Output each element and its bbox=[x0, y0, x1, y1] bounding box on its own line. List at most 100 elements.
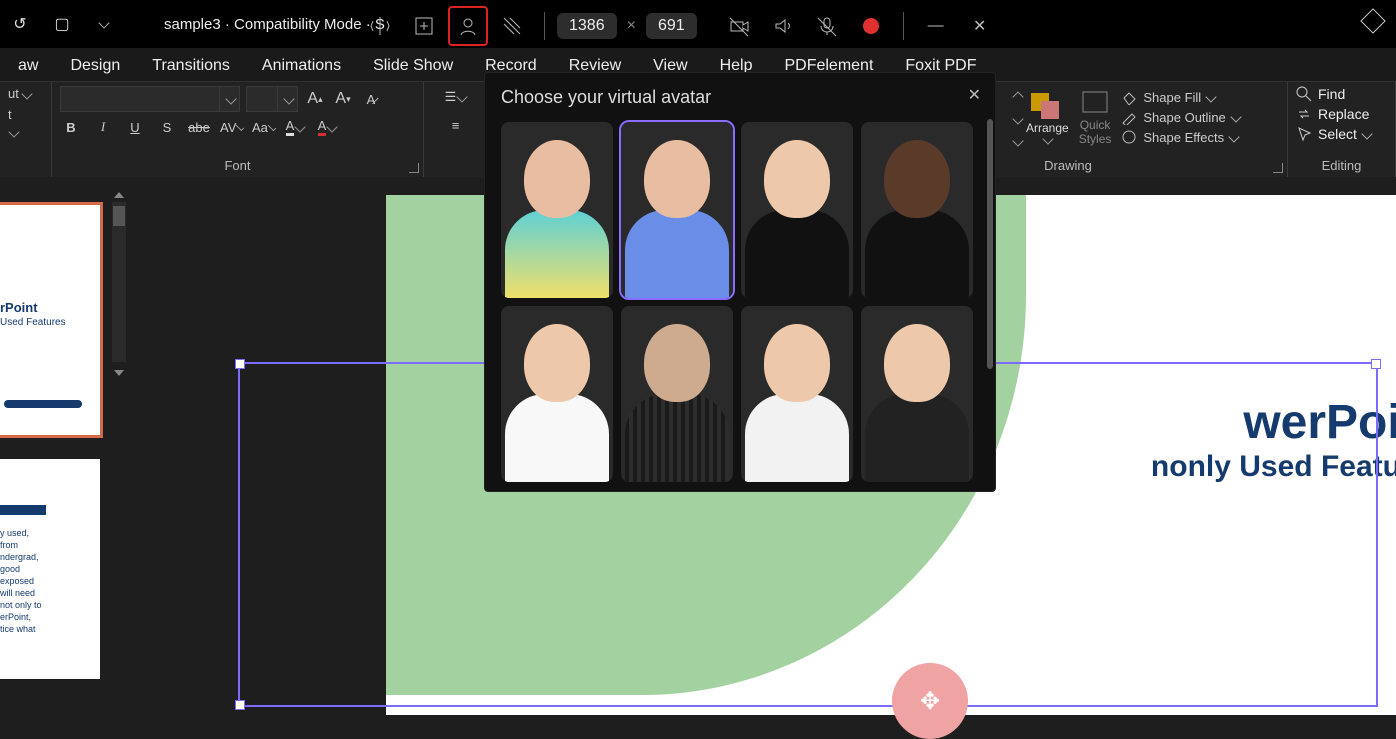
scroll-thumb[interactable] bbox=[113, 206, 125, 226]
separator bbox=[544, 12, 545, 40]
avatar-4-man-dark-suit[interactable] bbox=[861, 122, 973, 298]
canvas-height[interactable]: 691 bbox=[646, 13, 697, 39]
mirror-icon[interactable] bbox=[360, 6, 400, 46]
cursor-icon bbox=[1296, 126, 1312, 142]
separator bbox=[903, 12, 904, 40]
avatar-modal: Choose your virtual avatar ✕ bbox=[484, 72, 996, 492]
camera-off-icon[interactable] bbox=[719, 6, 759, 46]
thumb2-body: y used, from ndergrad, good exposed will… bbox=[0, 527, 42, 635]
quick-label1: Quick bbox=[1080, 118, 1111, 132]
avatar-1-woman-brown-bob[interactable] bbox=[501, 122, 613, 298]
group-clipboard: ut t bbox=[0, 82, 52, 177]
move-icon: ✥ bbox=[920, 687, 940, 716]
sel-handle-sw[interactable] bbox=[235, 700, 245, 710]
avatar-modal-close-icon[interactable]: ✕ bbox=[968, 85, 981, 105]
thumb1-sub: Used Features bbox=[0, 317, 66, 328]
scroll-up-icon[interactable] bbox=[114, 192, 124, 198]
avatar-icon[interactable] bbox=[448, 6, 488, 46]
avatar-6-man-beard-striped[interactable] bbox=[621, 306, 733, 482]
shape-fill-button[interactable]: Shape Fill bbox=[1121, 89, 1239, 105]
slide-thumb-2[interactable]: y used, from ndergrad, good exposed will… bbox=[0, 459, 100, 679]
change-case-button[interactable]: Aa bbox=[252, 116, 274, 138]
avatar-modal-title: Choose your virtual avatar bbox=[501, 87, 979, 108]
shape-gallery-more-icon[interactable] bbox=[1006, 130, 1028, 152]
cut-label[interactable]: ut bbox=[8, 86, 19, 101]
dim-x: × bbox=[621, 17, 642, 35]
clear-format-icon[interactable]: A̷ bbox=[360, 88, 382, 110]
avatar-8-man-glasses-vest[interactable] bbox=[861, 306, 973, 482]
avatar-3-woman-blonde-glasses[interactable] bbox=[741, 122, 853, 298]
shape-effects-button[interactable]: Shape Effects bbox=[1121, 129, 1239, 145]
effects-icon bbox=[1121, 129, 1137, 145]
premium-diamond-icon[interactable] bbox=[1352, 12, 1382, 35]
font-launcher-icon[interactable] bbox=[409, 163, 419, 173]
slide-thumb-1[interactable]: rPoint Used Features bbox=[0, 205, 100, 435]
thumb1-bar bbox=[4, 400, 82, 408]
present-icon[interactable]: ▢ bbox=[50, 12, 74, 36]
quick-styles-button[interactable]: Quick Styles bbox=[1079, 88, 1112, 146]
paste-dd[interactable] bbox=[8, 128, 18, 136]
bullets-button[interactable]: ☰ bbox=[445, 86, 467, 108]
shape-gallery-down-icon[interactable] bbox=[1006, 108, 1028, 130]
font-color-button[interactable]: A bbox=[316, 116, 338, 138]
strike-button[interactable]: abe bbox=[188, 116, 210, 138]
sel-handle-nw[interactable] bbox=[235, 359, 245, 369]
undo-icon[interactable]: ↺ bbox=[8, 12, 32, 36]
underline-button[interactable]: U bbox=[124, 116, 146, 138]
font-face-input[interactable] bbox=[60, 86, 240, 112]
mic-mute-icon[interactable] bbox=[807, 6, 847, 46]
minimize-icon[interactable]: — bbox=[916, 6, 956, 46]
find-button[interactable]: Find bbox=[1296, 86, 1387, 102]
char-spacing-button[interactable]: AV bbox=[220, 116, 242, 138]
shrink-font-icon[interactable]: A▾ bbox=[332, 88, 354, 110]
thumb1-title: rPoint bbox=[0, 300, 38, 315]
scroll-down-icon[interactable] bbox=[114, 370, 124, 376]
group-paragraph: ☰ ≡ bbox=[424, 82, 488, 177]
font-size-dd-icon[interactable] bbox=[277, 87, 297, 111]
tab-animations[interactable]: Animations bbox=[246, 51, 357, 79]
avatar-2-man-brown-hair[interactable] bbox=[621, 122, 733, 298]
editing-group-label: Editing bbox=[1296, 158, 1387, 175]
drawing-launcher-icon[interactable] bbox=[1273, 163, 1283, 173]
tab-transitions[interactable]: Transitions bbox=[136, 51, 246, 79]
canvas-width[interactable]: 1386 bbox=[557, 13, 617, 39]
tab-design[interactable]: Design bbox=[54, 51, 136, 79]
avatar-modal-scrollbar[interactable] bbox=[987, 119, 993, 369]
tab-draw[interactable]: aw bbox=[2, 51, 54, 79]
font-size-input[interactable] bbox=[246, 86, 298, 112]
fit-icon[interactable] bbox=[404, 6, 444, 46]
highlight-color-button[interactable]: A bbox=[284, 116, 306, 138]
grow-font-icon[interactable]: A▴ bbox=[304, 88, 326, 110]
avatar-7-woman-updo-white[interactable] bbox=[741, 306, 853, 482]
drawing-group-label: Drawing bbox=[1028, 158, 1108, 175]
copy-label[interactable]: t bbox=[8, 107, 12, 122]
bucket-icon bbox=[1121, 89, 1137, 105]
avatar-5-woman-black-long[interactable] bbox=[501, 306, 613, 482]
thumbnail-scrollbar[interactable] bbox=[112, 202, 126, 362]
qat-more-icon[interactable] bbox=[92, 12, 116, 36]
pen-icon bbox=[1121, 109, 1137, 125]
shape-gallery-up-icon[interactable] bbox=[1006, 86, 1028, 108]
record-icon[interactable] bbox=[851, 6, 891, 46]
italic-button[interactable]: I bbox=[92, 116, 114, 138]
move-handle[interactable]: ✥ bbox=[892, 663, 968, 739]
bold-button[interactable]: B bbox=[60, 116, 82, 138]
thumb2-bar bbox=[0, 505, 46, 515]
sel-handle-ne[interactable] bbox=[1371, 359, 1381, 369]
blur-bg-icon[interactable] bbox=[492, 6, 532, 46]
font-group-label: Font bbox=[60, 158, 415, 175]
shape-outline-button[interactable]: Shape Outline bbox=[1121, 109, 1239, 125]
search-icon bbox=[1296, 86, 1312, 102]
arrange-button[interactable]: Arrange bbox=[1026, 91, 1069, 143]
font-face-dd-icon[interactable] bbox=[219, 87, 239, 111]
slide-thumbnail-pane[interactable]: rPoint Used Features y used, from ndergr… bbox=[0, 177, 126, 716]
quick-label2: Styles bbox=[1079, 132, 1112, 146]
tab-slideshow[interactable]: Slide Show bbox=[357, 51, 469, 79]
select-button[interactable]: Select bbox=[1296, 126, 1387, 142]
replace-button[interactable]: Replace bbox=[1296, 106, 1387, 122]
document-title: sample3 · Compatibility Mode · S bbox=[164, 16, 385, 33]
close-recorder-icon[interactable]: ✕ bbox=[960, 6, 1000, 46]
speaker-icon[interactable] bbox=[763, 6, 803, 46]
align-left-button[interactable]: ≡ bbox=[445, 114, 467, 136]
shadow-button[interactable]: S bbox=[156, 116, 178, 138]
